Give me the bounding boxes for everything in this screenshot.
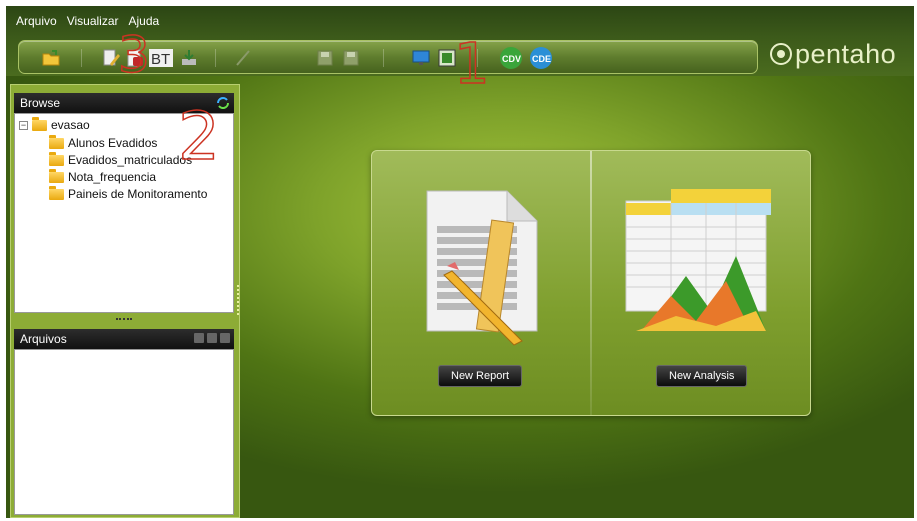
toolbar-separator — [81, 49, 82, 67]
tree-root-label: evasao — [51, 118, 90, 132]
pentaho-logo-icon — [770, 43, 792, 65]
tree-root-evasao[interactable]: − evasao — [19, 116, 90, 132]
folder-icon — [49, 168, 64, 183]
report-document-icon[interactable] — [412, 181, 552, 351]
svg-text:CDV: CDV — [502, 54, 521, 64]
tree-item-alunos-evadidos[interactable]: Alunos Evadidos — [49, 134, 158, 150]
folder-icon — [32, 116, 47, 131]
svg-text:CDE: CDE — [532, 54, 551, 64]
collapse-icon[interactable]: − — [19, 120, 28, 130]
analysis-chart-icon[interactable] — [616, 181, 776, 351]
new-report-button[interactable]: New Report — [438, 365, 523, 387]
new-analysis-button[interactable]: New Analysis — [656, 365, 748, 387]
folder-icon — [49, 134, 64, 149]
folder-icon — [49, 151, 64, 166]
launch-panel: New Report New Analysis — [371, 150, 811, 416]
monitor-icon[interactable] — [411, 48, 431, 68]
files-list — [14, 349, 234, 515]
tree-item-label: Evadidos_matriculados — [68, 153, 193, 167]
svg-text:BT: BT — [151, 51, 170, 68]
pencil-icon[interactable] — [233, 48, 253, 68]
tree-item-paineis-monitoramento[interactable]: Paineis de Monitoramento — [49, 185, 208, 201]
annotation-3: 3 — [117, 25, 150, 85]
pentaho-user-console: Arquivo Visualizar Ajuda BT CDV CDE pent… — [6, 6, 914, 518]
tree-item-label: Nota_frequencia — [68, 170, 157, 184]
annotation-2: 2 — [177, 97, 221, 176]
annotation-1: 1 — [453, 31, 490, 98]
tree-item-label: Alunos Evadidos — [68, 136, 158, 150]
launch-divider — [590, 151, 592, 415]
toolbar-separator — [383, 49, 384, 67]
cdv-icon[interactable]: CDV — [499, 47, 523, 69]
open-folder-icon[interactable] — [41, 48, 61, 68]
tree-item-nota-frequencia[interactable]: Nota_frequencia — [49, 168, 157, 184]
panel-splitter[interactable] — [116, 318, 132, 322]
save-as-icon[interactable] — [341, 48, 361, 68]
menu-arquivo[interactable]: Arquivo — [16, 14, 57, 28]
properties-icon[interactable] — [207, 333, 217, 343]
menu-visualizar[interactable]: Visualizar — [67, 14, 119, 28]
files-header: Arquivos — [14, 329, 234, 349]
pentaho-logo: pentaho — [770, 39, 896, 70]
cde-icon[interactable]: CDE — [529, 47, 553, 69]
files-title: Arquivos — [20, 332, 67, 346]
tree-item-label: Paineis de Monitoramento — [68, 187, 208, 201]
toolbar-separator — [215, 49, 216, 67]
save-icon[interactable] — [315, 48, 335, 68]
tree-item-evadidos-matriculados[interactable]: Evadidos_matriculados — [49, 151, 193, 167]
vertical-resize-grip[interactable] — [237, 285, 240, 315]
bt-icon[interactable]: BT — [149, 48, 173, 68]
new-folder-icon[interactable] — [194, 333, 204, 343]
export-icon[interactable] — [179, 48, 199, 68]
list-view-icon[interactable] — [220, 333, 230, 343]
file-tools — [194, 333, 230, 343]
browse-title: Browse — [20, 96, 61, 110]
folder-icon — [49, 185, 64, 200]
